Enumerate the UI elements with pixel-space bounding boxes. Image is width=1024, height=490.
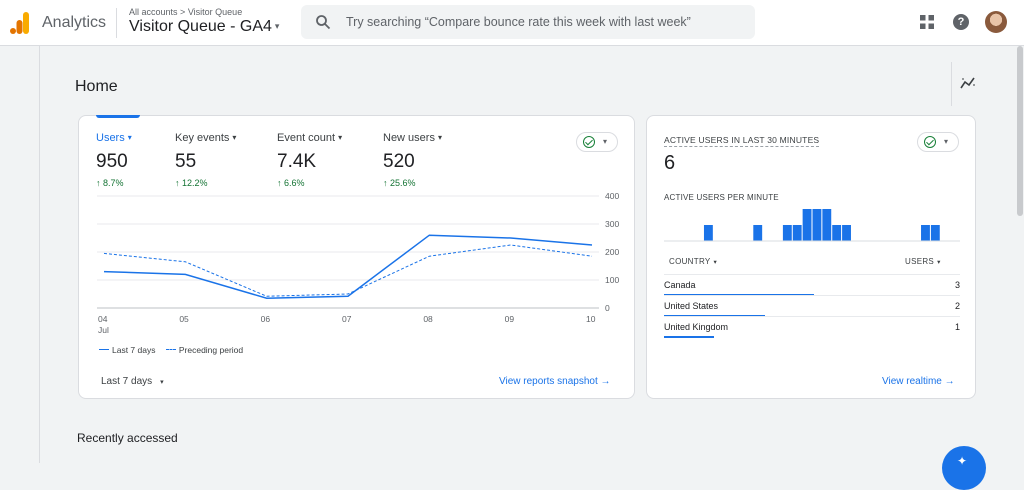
users-column-header[interactable]: USERS ▾ bbox=[905, 257, 941, 266]
chevron-down-icon: ▾ bbox=[937, 259, 941, 266]
table-row[interactable]: United Kingdom 1 bbox=[664, 316, 960, 338]
x-tick-label: 09 bbox=[505, 314, 515, 324]
search-bar[interactable]: Try searching “Compare bounce rate this … bbox=[301, 5, 755, 39]
x-tick-label: 06 bbox=[261, 314, 271, 324]
per-minute-bar bbox=[930, 225, 940, 241]
insights-divider bbox=[951, 62, 952, 106]
link-label: View reports snapshot bbox=[499, 376, 598, 387]
search-icon bbox=[316, 15, 331, 30]
overview-card: Users ▾ 950 ↑ 8.7% Key events ▾ 55 ↑ 12.2%… bbox=[78, 115, 635, 399]
realtime-title[interactable]: ACTIVE USERS IN LAST 30 MINUTES bbox=[664, 135, 820, 147]
table-row[interactable]: Canada 3 bbox=[664, 274, 960, 296]
chevron-down-icon: ▾ bbox=[713, 259, 718, 266]
help-icon[interactable]: ? bbox=[953, 14, 969, 30]
legend-item-last-7-days: Last 7 days bbox=[112, 345, 156, 355]
y-tick-label: 200 bbox=[605, 247, 619, 257]
per-minute-bar bbox=[753, 225, 763, 241]
breadcrumb[interactable]: All accounts > Visitor Queue bbox=[129, 7, 242, 17]
scrollbar[interactable] bbox=[1017, 46, 1023, 216]
view-reports-snapshot-link[interactable]: View reports snapshot → bbox=[499, 376, 611, 387]
share-bar bbox=[664, 336, 714, 338]
table-row[interactable]: United States 2 bbox=[664, 295, 960, 317]
country-users: 1 bbox=[954, 322, 960, 332]
search-input[interactable]: Try searching “Compare bounce rate this … bbox=[346, 15, 691, 29]
per-minute-label: ACTIVE USERS PER MINUTE bbox=[664, 193, 779, 202]
check-circle-icon bbox=[924, 136, 936, 148]
country-name: Canada bbox=[664, 280, 696, 290]
header-divider bbox=[116, 8, 117, 38]
country-users: 2 bbox=[954, 301, 960, 311]
legend-item-preceding-period: Preceding period bbox=[178, 345, 244, 355]
per-minute-bar bbox=[812, 209, 822, 241]
y-tick-label: 300 bbox=[605, 219, 619, 229]
chevron-down-icon: ▾ bbox=[160, 379, 164, 386]
x-tick-label: 07 bbox=[342, 314, 352, 324]
realtime-data-quality-button[interactable]: ▾ bbox=[917, 132, 959, 152]
recently-accessed-heading: Recently accessed bbox=[77, 431, 178, 445]
date-range-label: Last 7 days bbox=[101, 376, 153, 387]
country-name: United States bbox=[664, 301, 719, 311]
per-minute-bar bbox=[822, 209, 832, 241]
date-range-selector[interactable]: Last 7 days ▾ bbox=[101, 376, 164, 387]
view-realtime-link[interactable]: View realtime → bbox=[882, 376, 955, 387]
per-minute-bar bbox=[782, 225, 792, 241]
country-column-header[interactable]: COUNTRY ▾ bbox=[669, 257, 717, 266]
per-minute-bar bbox=[842, 225, 851, 241]
sparkle-icon: ✦ bbox=[957, 454, 968, 468]
page-title: Home bbox=[75, 78, 118, 95]
column-label: COUNTRY bbox=[669, 257, 711, 266]
analytics-logo-icon[interactable] bbox=[10, 12, 30, 34]
y-tick-label: 0 bbox=[605, 303, 610, 313]
breadcrumb-account[interactable]: Visitor Queue bbox=[188, 7, 242, 17]
per-minute-bar bbox=[792, 225, 802, 241]
chevron-down-icon: ▾ bbox=[274, 21, 280, 31]
arrow-right-icon: → bbox=[600, 376, 611, 387]
chart-legend: Last 7 days Preceding period bbox=[99, 345, 243, 355]
per-minute-bar bbox=[832, 225, 842, 241]
x-tick-sublabel: Jul bbox=[98, 325, 109, 335]
x-tick-label: 08 bbox=[423, 314, 433, 324]
breadcrumb-separator: > bbox=[180, 7, 186, 17]
breadcrumb-root[interactable]: All accounts bbox=[129, 7, 178, 17]
y-tick-label: 100 bbox=[605, 275, 619, 285]
country-users: 3 bbox=[954, 280, 960, 290]
arrow-right-icon: → bbox=[944, 376, 955, 387]
x-tick-label: 05 bbox=[179, 314, 189, 324]
left-nav-rail bbox=[0, 46, 40, 463]
chevron-down-icon: ▾ bbox=[944, 137, 949, 146]
app-name: Analytics bbox=[42, 14, 107, 31]
link-label: View realtime bbox=[882, 376, 942, 387]
country-name: United Kingdom bbox=[664, 322, 729, 332]
apps-grid-icon[interactable] bbox=[920, 15, 934, 29]
legend-dashed-swatch bbox=[165, 349, 176, 350]
top-bar: Analytics All accounts > Visitor Queue V… bbox=[0, 0, 1024, 46]
avatar[interactable] bbox=[985, 11, 1007, 33]
legend-solid-swatch bbox=[99, 349, 109, 350]
insights-icon[interactable] bbox=[960, 76, 976, 90]
per-minute-bar bbox=[703, 225, 713, 241]
series-line-preceding-period bbox=[103, 244, 593, 297]
property-name: Visitor Queue - GA4 bbox=[129, 18, 272, 35]
per-minute-bar-chart bbox=[664, 209, 960, 242]
users-line-chart: 0 100 200 300 400 04 05 06 07 08 09 10 Jul bbox=[97, 191, 619, 335]
y-tick-label: 400 bbox=[605, 191, 619, 201]
per-minute-bar bbox=[921, 225, 930, 241]
property-selector[interactable]: Visitor Queue - GA4 ▾ bbox=[129, 18, 279, 36]
per-minute-bar bbox=[802, 209, 812, 241]
column-label: USERS bbox=[905, 257, 935, 266]
x-tick-label: 04 bbox=[98, 314, 108, 324]
x-tick-label: 10 bbox=[586, 314, 596, 324]
insights-fab-button[interactable]: ✦ bbox=[942, 446, 986, 490]
series-line-last-7-days bbox=[103, 234, 593, 299]
realtime-active-users: 6 bbox=[664, 152, 676, 174]
realtime-card: ACTIVE USERS IN LAST 30 MINUTES ▾ 6 ACTI… bbox=[646, 115, 976, 399]
